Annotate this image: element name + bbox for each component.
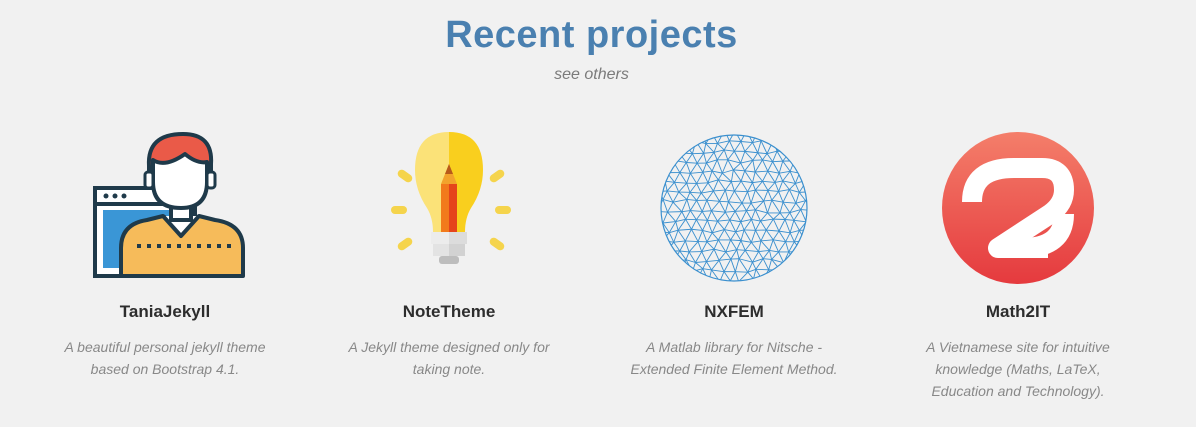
project-name[interactable]: TaniaJekyll (50, 302, 280, 324)
project-name[interactable]: NoteTheme (334, 302, 564, 324)
project-card-nxfem[interactable]: NXFEM A Matlab library for Nitsche - Ext… (619, 128, 849, 380)
lightbulb-pencil-icon (391, 132, 511, 264)
project-description: A Vietnamese site for intuitive knowledg… (926, 339, 1110, 399)
project-description: A Matlab library for Nitsche - Extended … (630, 339, 838, 377)
triangular-mesh-circle-icon (660, 134, 808, 282)
project-card-taniajekyll[interactable]: TaniaJekyll A beautiful personal jekyll … (50, 128, 280, 380)
project-card-notetheme[interactable]: NoteTheme A Jekyll theme designed only f… (334, 128, 564, 380)
project-description: A beautiful personal jekyll theme based … (64, 339, 266, 377)
project-name[interactable]: NXFEM (619, 302, 849, 324)
recent-projects-section: Recent projects see others TaniaJekyll A… (0, 0, 1196, 427)
section-title: Recent projects (445, 14, 738, 56)
see-others-link[interactable]: see others (0, 66, 1183, 84)
math2it-logo-icon (942, 132, 1094, 284)
person-with-browser-icon (93, 132, 245, 278)
project-card-math2it[interactable]: Math2IT A Vietnamese site for intuitive … (903, 128, 1133, 402)
project-description: A Jekyll theme designed only for taking … (348, 339, 550, 377)
project-name[interactable]: Math2IT (903, 302, 1133, 324)
